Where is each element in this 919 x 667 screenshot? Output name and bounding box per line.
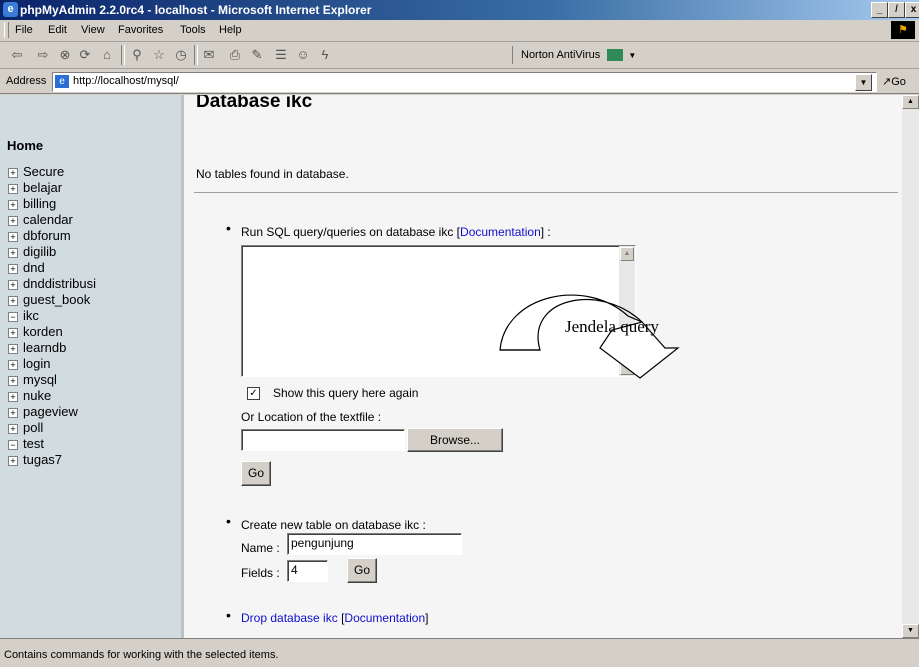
status-text: Contains commands for working with the s… (4, 649, 279, 661)
annotation-arrow-icon (499, 294, 680, 379)
annotation-label: Jendela query (565, 317, 659, 336)
status-bar: Contains commands for working with the s… (0, 638, 919, 667)
